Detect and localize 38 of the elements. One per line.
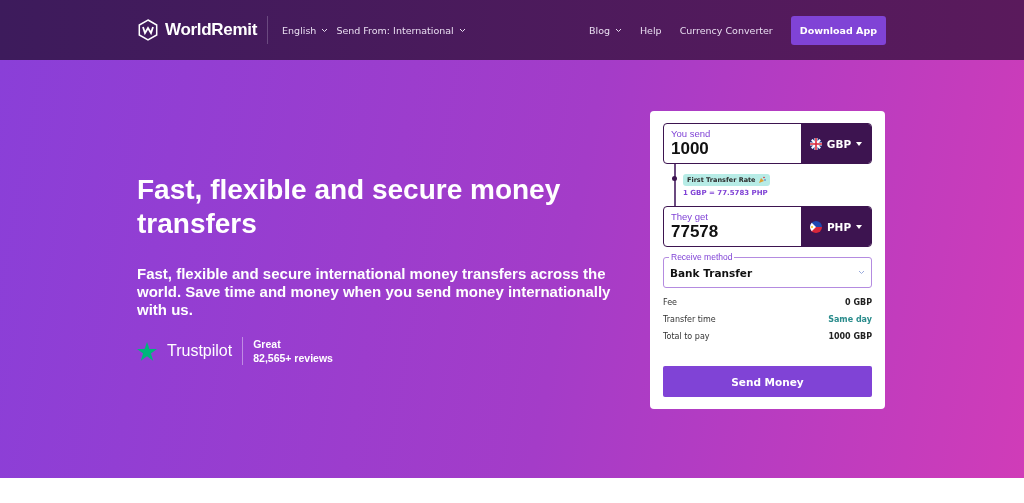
amount-value: 1000 (671, 139, 710, 159)
star-icon (137, 341, 157, 361)
field-label: They get (671, 211, 709, 222)
currency-select[interactable]: GBP (801, 124, 871, 163)
rating-text: Great (253, 337, 282, 351)
nav-link[interactable]: Currency Converter (679, 24, 773, 36)
summary-value: 0 GBP (845, 297, 872, 309)
chevron-down-icon (614, 27, 622, 33)
amount-field[interactable]: They get 77578 PHP (663, 206, 872, 247)
language-selector[interactable]: English (282, 24, 329, 36)
trustpilot-logo: Trustpilot (167, 342, 233, 360)
logo-text: WorldRemit (165, 20, 258, 40)
download-app-button[interactable]: Download App (790, 15, 886, 45)
caret-icon (856, 224, 863, 229)
chevron-down-icon (321, 27, 329, 33)
summary-value: Same day (828, 314, 872, 326)
nav-link[interactable]: Blog (588, 24, 622, 36)
send-money-button[interactable]: Send Money (663, 366, 872, 397)
flag-icon (809, 137, 822, 150)
summary-label: Fee (663, 297, 677, 309)
flag-icon (809, 220, 822, 233)
caret-icon (856, 141, 863, 146)
currency-select[interactable]: PHP (801, 207, 871, 246)
nav-link[interactable]: Help (639, 24, 662, 36)
summary-label: Transfer time (663, 314, 716, 326)
hero-subtitle: Fast, flexible and secure international money transfers across the world. Save time and money when you send money internationally with us. (137, 265, 612, 319)
hero-title: Fast, flexible and secure money transfers (137, 173, 562, 241)
chevron-down-icon (458, 27, 466, 33)
party-icon (758, 176, 766, 183)
review-count: 82,565+ reviews (253, 351, 333, 365)
amount-value: 77578 (671, 222, 720, 242)
amount-field[interactable]: You send 1000 GBP (663, 123, 872, 164)
field-label: You send (671, 128, 712, 139)
logo-icon (137, 19, 159, 41)
chevron-down-icon (858, 270, 865, 275)
country-selector[interactable]: Send From: International (336, 24, 466, 36)
summary-value: 1000 GBP (828, 331, 872, 343)
summary-label: Total to pay (663, 331, 710, 343)
